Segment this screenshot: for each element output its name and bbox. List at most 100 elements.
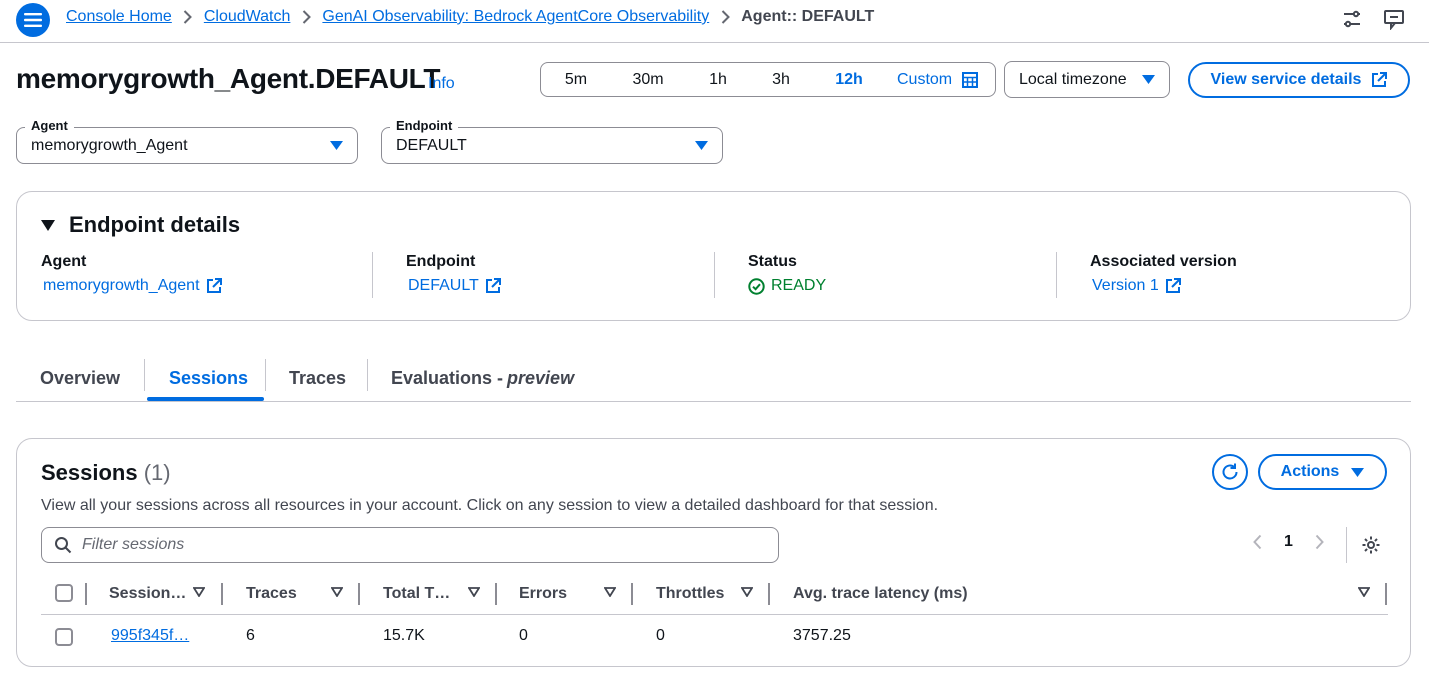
detail-status: Status READY — [748, 253, 826, 295]
active-tab-indicator — [147, 397, 264, 401]
menu-icon[interactable] — [16, 3, 50, 37]
breadcrumb-console-home[interactable]: Console Home — [66, 8, 172, 26]
chevron-right-icon — [709, 10, 741, 24]
actions-button[interactable]: Actions — [1258, 454, 1387, 490]
chevron-left-icon[interactable] — [1253, 534, 1262, 550]
tab-traces[interactable]: Traces — [289, 355, 346, 401]
column-divider — [768, 583, 770, 605]
sessions-heading: Sessions (1) — [41, 460, 171, 486]
detail-status-label: Status — [748, 253, 797, 270]
divider — [367, 359, 368, 391]
breadcrumb-genai-observability[interactable]: GenAI Observability: Bedrock AgentCore O… — [322, 8, 709, 26]
col-throttles[interactable]: Throttles — [656, 577, 724, 611]
external-link-icon — [1371, 72, 1388, 88]
caret-down-icon — [1142, 75, 1155, 84]
page-number[interactable]: 1 — [1284, 533, 1293, 551]
sort-icon[interactable] — [331, 587, 343, 597]
tab-bar: Overview Sessions Traces Evaluations - p… — [16, 355, 1411, 402]
range-30m[interactable]: 30m — [611, 71, 685, 89]
cell-latency: 3757.25 — [793, 627, 851, 644]
divider — [144, 359, 145, 391]
agent-select[interactable]: Agent memorygrowth_Agent — [16, 118, 358, 164]
column-divider — [495, 583, 497, 605]
row-checkbox[interactable] — [55, 628, 73, 646]
cell-total: 15.7K — [383, 627, 425, 644]
sort-icon[interactable] — [1358, 587, 1370, 597]
info-link[interactable]: Info — [428, 75, 455, 93]
sort-icon[interactable] — [193, 587, 205, 597]
column-divider — [221, 583, 223, 605]
endpoint-select[interactable]: Endpoint DEFAULT — [381, 118, 723, 164]
chevron-right-icon — [172, 10, 204, 24]
endpoint-details-toggle[interactable]: Endpoint details — [41, 212, 240, 238]
status-indicator: READY — [748, 277, 826, 295]
select-all-checkbox[interactable] — [55, 584, 73, 602]
detail-agent-link[interactable]: memorygrowth_Agent — [43, 277, 222, 295]
endpoint-details-panel: Endpoint details Agent memorygrowth_Agen… — [16, 191, 1411, 321]
range-5m[interactable]: 5m — [541, 71, 611, 89]
page-title: memorygrowth_Agent.DEFAULT — [16, 63, 441, 94]
detail-version-value: Version 1 — [1092, 277, 1159, 294]
table-row[interactable]: 995f345f… 6 15.7K 0 0 3757.25 — [41, 617, 1388, 657]
gear-icon[interactable] — [1361, 535, 1381, 555]
settings-sliders-icon[interactable] — [1341, 8, 1363, 30]
filter-placeholder: Filter sessions — [82, 536, 185, 553]
detail-version-label: Associated version — [1090, 253, 1237, 270]
chevron-right-icon[interactable] — [1315, 534, 1324, 550]
pagination: 1 — [1253, 533, 1324, 551]
view-service-details-button[interactable]: View service details — [1188, 62, 1410, 98]
column-divider — [358, 583, 360, 605]
breadcrumb-cloudwatch[interactable]: CloudWatch — [204, 8, 291, 26]
agent-select-label: Agent — [25, 118, 74, 134]
timezone-select[interactable]: Local timezone — [1004, 61, 1170, 98]
actions-label: Actions — [1280, 463, 1340, 480]
detail-version-link[interactable]: Version 1 — [1092, 277, 1237, 295]
tab-evaluations-label: Evaluations - — [391, 367, 504, 388]
refresh-button[interactable] — [1212, 454, 1248, 490]
table-header: Session… Traces Total T… Errors Throttle… — [41, 577, 1388, 615]
sort-icon[interactable] — [468, 587, 480, 597]
tab-overview[interactable]: Overview — [40, 355, 120, 401]
column-divider — [85, 583, 87, 605]
feedback-icon[interactable] — [1383, 8, 1405, 30]
sort-icon[interactable] — [604, 587, 616, 597]
session-id-link[interactable]: 995f345f… — [111, 627, 189, 645]
range-3h[interactable]: 3h — [751, 71, 811, 89]
cell-errors: 0 — [519, 627, 528, 644]
detail-version: Associated version Version 1 — [1090, 253, 1237, 295]
time-range-selector: 5m 30m 1h 3h 12h Custom — [540, 62, 996, 97]
sessions-description: View all your sessions across all resour… — [41, 497, 939, 514]
divider — [1056, 252, 1057, 298]
col-total[interactable]: Total T… — [383, 577, 450, 611]
col-errors[interactable]: Errors — [519, 577, 567, 611]
range-12h[interactable]: 12h — [811, 71, 887, 89]
tab-sessions[interactable]: Sessions — [169, 355, 248, 401]
detail-endpoint-label: Endpoint — [406, 253, 476, 270]
range-custom[interactable]: Custom — [897, 71, 979, 89]
caret-down-icon — [41, 219, 55, 231]
sessions-count: (1) — [143, 460, 171, 485]
tab-evaluations[interactable]: Evaluations - preview — [391, 355, 574, 401]
external-link-icon — [1165, 278, 1181, 294]
external-link-icon — [485, 278, 501, 294]
endpoint-details-heading: Endpoint details — [69, 212, 241, 237]
refresh-icon — [1220, 462, 1240, 482]
column-divider — [631, 583, 633, 605]
detail-endpoint-link[interactable]: DEFAULT — [408, 277, 501, 295]
sort-icon[interactable] — [741, 587, 753, 597]
filter-sessions-input[interactable]: Filter sessions — [41, 527, 779, 563]
col-session[interactable]: Session… — [109, 577, 186, 611]
calendar-icon — [962, 71, 979, 88]
range-1h[interactable]: 1h — [685, 71, 751, 89]
col-traces[interactable]: Traces — [246, 577, 297, 611]
divider — [714, 252, 715, 298]
col-latency[interactable]: Avg. trace latency (ms) — [793, 577, 968, 611]
detail-agent-label: Agent — [41, 253, 87, 270]
caret-down-icon — [330, 141, 343, 150]
breadcrumb-current: Agent:: DEFAULT — [741, 8, 875, 25]
sessions-panel: Sessions (1) View all your sessions acro… — [16, 438, 1411, 667]
check-circle-icon — [748, 277, 765, 295]
divider — [372, 252, 373, 298]
cell-traces: 6 — [246, 627, 255, 644]
detail-endpoint: Endpoint DEFAULT — [406, 253, 501, 295]
